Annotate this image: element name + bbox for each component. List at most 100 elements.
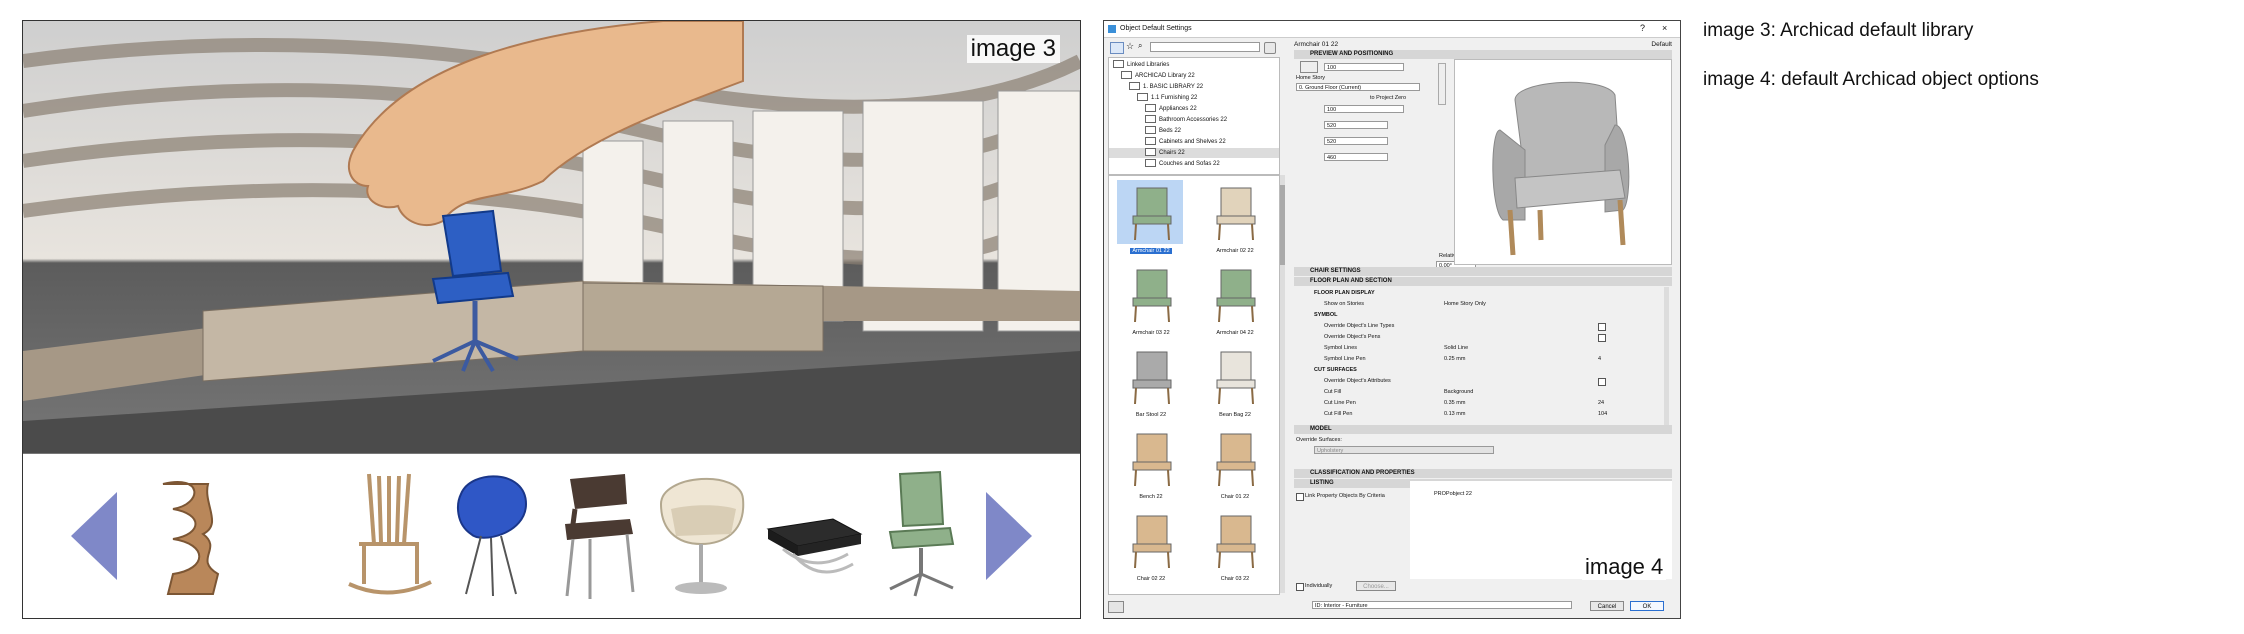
settings-row[interactable]: Cut Line Pen 0.35 mm 24 [1294,399,1660,408]
object-thumbnail[interactable]: Chair 03 22 [1195,506,1275,588]
help-button[interactable]: ? [1640,23,1645,33]
object-thumbnail[interactable]: Armchair 01 22 [1111,178,1191,260]
tree-item[interactable]: Couches and Sofas 22 [1109,159,1279,169]
setting-value[interactable]: Solid Line [1444,344,1468,353]
thumbnail-scrollbar[interactable] [1280,175,1285,593]
tree-item[interactable]: Bathroom Accessories 22 [1109,115,1279,125]
library-toolbar: ☆ ⌕ [1108,41,1286,55]
tree-item[interactable]: Appliances 22 [1109,104,1279,114]
setting-label: Cut Fill [1324,389,1342,395]
surfaces-select[interactable]: Upholstery [1314,446,1494,454]
elevation-field[interactable]: 100 [1324,63,1404,71]
green-office-chair-thumbnail[interactable] [865,464,965,604]
object-thumbnail[interactable]: Bean Bag 22 [1195,342,1275,424]
blue-shell-chair-thumbnail[interactable] [441,464,541,604]
object-thumbnail[interactable]: Chair 01 22 [1195,424,1275,506]
cancel-button[interactable]: Cancel [1590,601,1624,611]
setting-pen-number[interactable]: 4 [1598,355,1601,364]
settings-row[interactable]: Override Object's Pens [1294,333,1660,342]
setting-value[interactable]: 0.13 mm [1444,410,1465,419]
folder-icon [1145,104,1156,113]
settings-row[interactable]: Cut Fill Background [1294,388,1660,397]
chair-preview-icon [1132,515,1172,569]
object-thumbnail[interactable]: Bar Stool 22 [1111,342,1191,424]
library-search-input[interactable] [1150,42,1260,52]
favorites-star-icon[interactable]: ☆ [1126,41,1134,52]
section-chair-settings[interactable]: CHAIR SETTINGS [1294,267,1672,276]
height-offset-field[interactable]: 100 [1324,105,1404,113]
rocking-chair-thumbnail[interactable] [339,464,439,604]
dimension-c-field[interactable]: 460 [1324,153,1388,161]
object-caption: Bean Bag 22 [1195,412,1275,418]
settings-row[interactable]: CUT SURFACES [1294,366,1660,375]
object-thumbnail[interactable]: Armchair 04 22 [1195,260,1275,342]
setting-value[interactable]: Home Story Only [1444,300,1486,309]
tree-item[interactable]: Chairs 22 [1109,148,1279,158]
settings-row[interactable]: Show on Stories Home Story Only [1294,300,1660,309]
search-icon[interactable]: ⌕ [1138,41,1142,51]
section-preview-positioning[interactable]: PREVIEW AND POSITIONING [1294,50,1672,59]
tree-item[interactable]: Linked Libraries [1109,60,1279,70]
dialog-title: Object Default Settings [1120,25,1192,32]
object-thumbnail[interactable]: Armchair 02 22 [1195,178,1275,260]
override-checkbox[interactable] [1598,334,1606,342]
default-label: Default [1651,41,1672,48]
setting-pen-number[interactable]: 104 [1598,410,1607,419]
override-checkbox[interactable] [1598,323,1606,331]
leather-ottoman-thumbnail[interactable] [763,464,863,604]
link-property-checkbox[interactable] [1296,493,1304,501]
ok-button[interactable]: OK [1630,601,1664,611]
individually-checkbox[interactable] [1296,583,1304,591]
section-classification[interactable]: CLASSIFICATION AND PROPERTIES [1294,469,1672,478]
setting-value[interactable]: 0.25 mm [1444,355,1465,364]
dimension-a-field[interactable]: 520 [1324,121,1388,129]
home-story-select[interactable]: 0. Ground Floor (Current) [1296,83,1420,91]
section-model[interactable]: MODEL [1294,425,1672,434]
tree-item[interactable]: Beds 22 [1109,126,1279,136]
preview-view-toggle[interactable] [1438,63,1446,105]
setting-value[interactable]: Background [1444,388,1473,397]
tree-item[interactable]: ARCHICAD Library 22 [1109,71,1279,81]
setting-label: Override Object's Attributes [1324,378,1391,384]
setting-value[interactable]: 0.35 mm [1444,399,1465,408]
to-project-zero-label[interactable]: to Project Zero [1370,95,1406,101]
carousel-next-arrow-icon[interactable] [986,492,1032,580]
wiggle-chair-thumbnail[interactable] [133,464,233,604]
carousel-prev-arrow-icon[interactable] [71,492,117,580]
choose-button[interactable]: Choose... [1356,581,1396,591]
view-mode-icon[interactable] [1110,42,1124,54]
layer-select[interactable]: ID: Interior - Furniture [1312,601,1572,609]
scrollbar-thumb[interactable] [1280,185,1285,265]
settings-row[interactable]: Symbol Line Pen 0.25 mm 4 [1294,355,1660,364]
settings-row[interactable]: FLOOR PLAN DISPLAY [1294,289,1660,298]
settings-row[interactable]: Symbol Lines Solid Line [1294,344,1660,353]
object-name-label: Bench 22 [1139,494,1163,500]
settings-row[interactable]: Override Object's Line Types [1294,322,1660,331]
dimension-b-field[interactable]: 520 [1324,137,1388,145]
library-manager-icon[interactable] [1108,601,1124,613]
object-thumbnail[interactable]: Bench 22 [1111,424,1191,506]
setting-pen-number[interactable]: 24 [1598,399,1604,408]
settings-row[interactable]: Override Object's Attributes [1294,377,1660,386]
override-checkbox[interactable] [1598,378,1606,386]
settings-gear-icon[interactable] [1264,42,1276,54]
close-button[interactable]: × [1662,23,1667,33]
object-caption: Armchair 04 22 [1195,330,1275,336]
settings-row[interactable]: SYMBOL [1294,311,1660,320]
object-thumbnail[interactable]: Chair 02 22 [1111,506,1191,588]
dark-chair-thumbnail[interactable] [545,464,645,604]
propobject-item[interactable]: PROPobject 22 [1434,491,1472,497]
folder-icon [1145,126,1156,135]
object-thumbnail[interactable]: Armchair 03 22 [1111,260,1191,342]
setting-label: Cut Fill Pen [1324,411,1353,417]
settings-scrollbar[interactable] [1664,287,1669,427]
section-floor-plan[interactable]: FLOOR PLAN AND SECTION [1294,277,1672,286]
tree-item[interactable]: Cabinets and Shelves 22 [1109,137,1279,147]
cream-lounge-chair-thumbnail[interactable] [651,464,751,604]
tree-item-label: Couches and Sofas 22 [1159,161,1220,167]
chair-preview-icon [1132,187,1172,241]
settings-row[interactable]: Cut Fill Pen 0.13 mm 104 [1294,410,1660,419]
tree-item[interactable]: 1. BASIC LIBRARY 22 [1109,82,1279,92]
chair-preview-icon [1132,433,1172,487]
tree-item[interactable]: 1.1 Furnishing 22 [1109,93,1279,103]
